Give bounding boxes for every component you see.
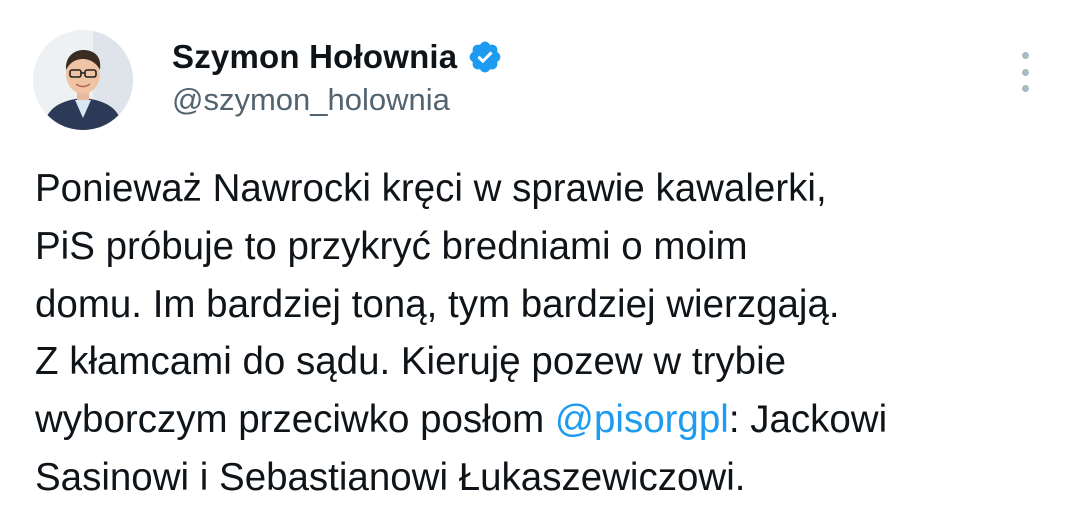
tweet-card: Szymon Hołownia @szymon_holownia Poniewa… xyxy=(0,0,1080,517)
author-name-row: Szymon Hołownia xyxy=(172,38,503,76)
avatar-photo xyxy=(33,30,133,130)
more-options-icon xyxy=(1021,52,1029,59)
more-options-button[interactable] xyxy=(1010,52,1040,92)
author-handle[interactable]: @szymon_holownia xyxy=(172,82,450,118)
tweet-text-segment: wyborczym przeciwko posłom xyxy=(35,398,555,442)
tweet-text-line: domu. Im bardziej toną, tym bardziej wie… xyxy=(35,282,840,326)
mention-link[interactable]: @pisorgpl xyxy=(555,398,729,441)
more-options-icon-dot xyxy=(1021,68,1029,76)
tweet-text: Ponieważ Nawrocki kręci w sprawie kawale… xyxy=(35,160,1065,507)
verified-badge-icon xyxy=(467,39,503,75)
tweet-text-line: Z kłamcami do sądu. Kieruję pozew w tryb… xyxy=(35,340,787,384)
author-avatar[interactable] xyxy=(33,30,133,130)
tweet-text-line: Ponieważ Nawrocki kręci w sprawie kawale… xyxy=(35,167,827,210)
more-options-icon-dot xyxy=(1021,85,1029,92)
tweet-text-segment: : Jackowi xyxy=(728,398,888,442)
tweet-text-line: wyborczym przeciwko posłom @pisorgpl: Ja… xyxy=(35,391,1065,449)
tweet-text-line: Sasinowi i Sebastianowi Łukaszewiczowi. xyxy=(35,455,746,499)
tweet-text-line: PiS próbuje to przykryć bredniami o moim xyxy=(35,224,748,268)
author-display-name[interactable]: Szymon Hołownia xyxy=(172,38,457,76)
